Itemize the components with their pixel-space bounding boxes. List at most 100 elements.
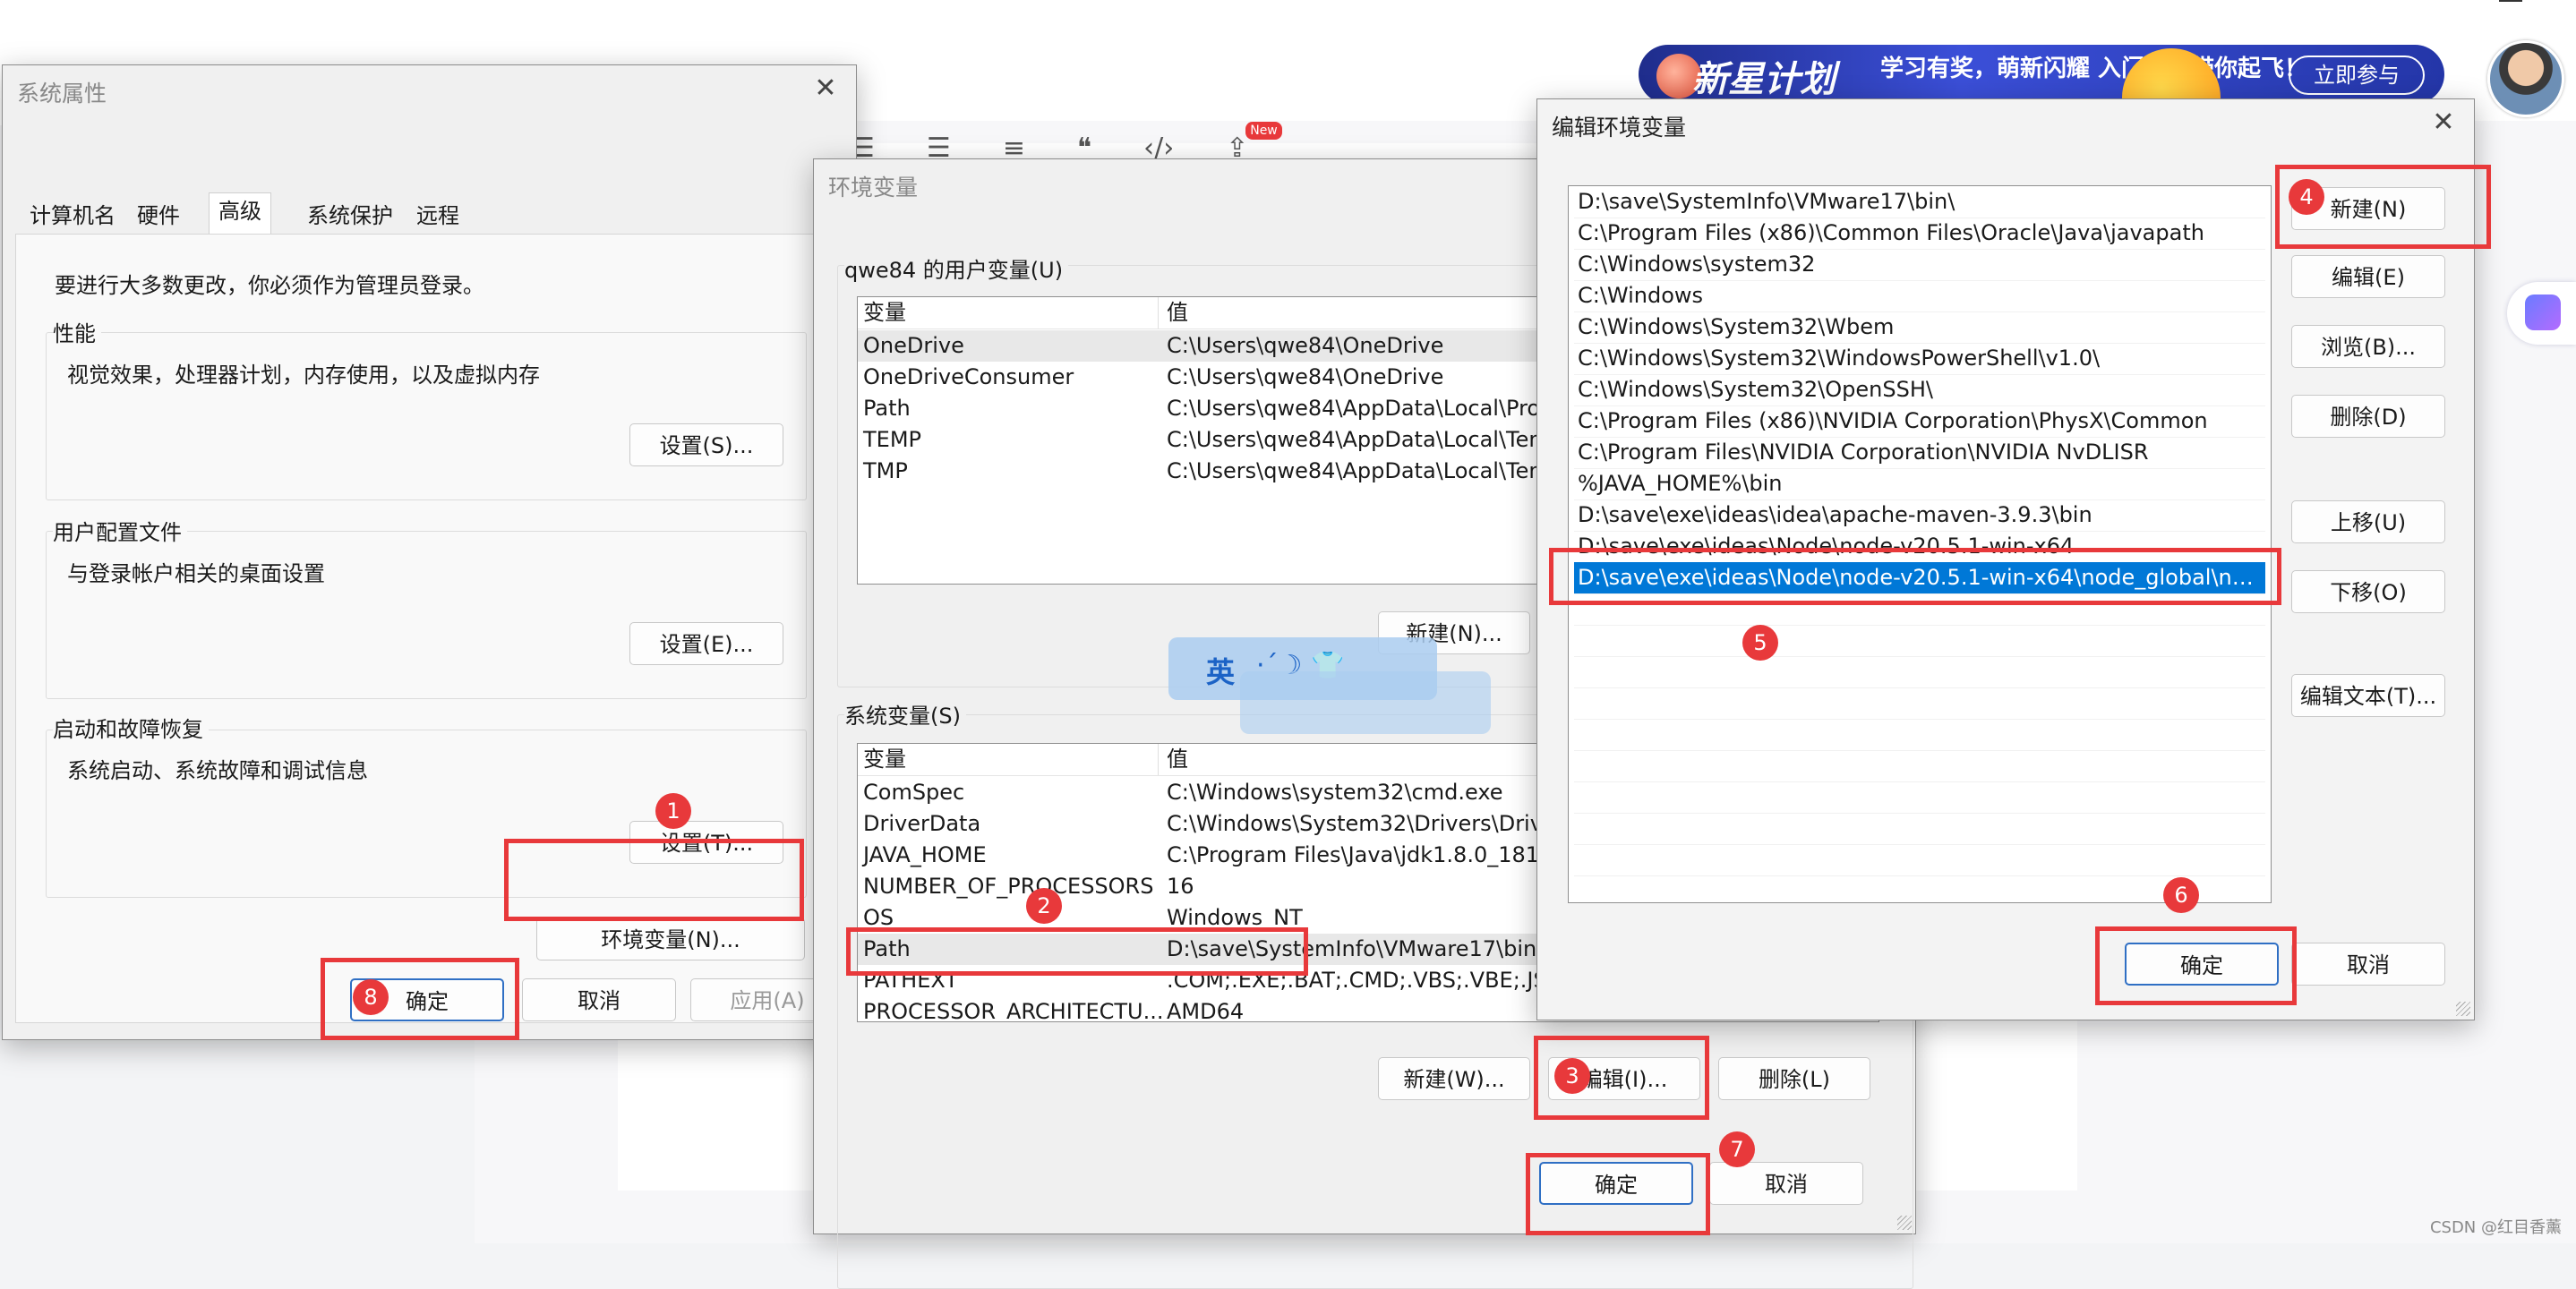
var-name: NUMBER_OF_PROCESSORS bbox=[863, 874, 1154, 899]
user-vars-label: qwe84 的用户变量(U) bbox=[844, 252, 1069, 284]
robot-icon bbox=[2525, 295, 2561, 330]
path-list[interactable]: D:\save\SystemInfo\VMware17\bin\ C:\Prog… bbox=[1568, 185, 2272, 903]
list-item[interactable]: C:\Windows bbox=[1574, 280, 2265, 312]
var-value: C:\Windows\system32\cmd.exe bbox=[1167, 780, 1503, 805]
empty-row[interactable] bbox=[1574, 750, 2265, 782]
var-value: C:\Users\qwe84\OneDrive bbox=[1167, 333, 1444, 358]
list-item[interactable]: C:\Windows\System32\WindowsPowerShell\v1… bbox=[1574, 343, 2265, 375]
list-item[interactable]: C:\Windows\System32\OpenSSH\ bbox=[1574, 374, 2265, 406]
startup-desc: 系统启动、系统故障和调试信息 bbox=[67, 758, 368, 783]
var-name: OneDriveConsumer bbox=[863, 364, 1074, 389]
var-value: C:\Users\qwe84\AppData\Local\Tem bbox=[1167, 427, 1550, 452]
minimize-icon[interactable] bbox=[2499, 0, 2522, 2]
banner-slogan: 学习有奖，萌新闪耀 入门导师带你起飞！ bbox=[1880, 55, 2308, 82]
empty-row[interactable] bbox=[1574, 625, 2265, 657]
admin-note: 要进行大多数更改，你必须作为管理员登录。 bbox=[55, 273, 484, 298]
col-value[interactable]: 值 bbox=[1167, 297, 1188, 329]
col-value[interactable]: 值 bbox=[1167, 744, 1188, 775]
tab-advanced[interactable]: 高级 bbox=[209, 192, 271, 235]
window-title: 编辑环境变量 bbox=[1552, 115, 1687, 141]
var-name: TEMP bbox=[863, 427, 922, 452]
performance-desc: 视觉效果，处理器计划，内存使用，以及虚拟内存 bbox=[67, 363, 540, 388]
cancel-button[interactable]: 取消 bbox=[1709, 1162, 1863, 1205]
tab-hardware[interactable]: 硬件 bbox=[128, 198, 189, 234]
var-name: DriverData bbox=[863, 811, 981, 836]
system-new-button[interactable]: 新建(W)... bbox=[1378, 1057, 1530, 1100]
highlight-sysprop-ok bbox=[321, 958, 519, 1040]
list-item[interactable]: C:\Windows\system32 bbox=[1574, 249, 2265, 281]
ime-toolbar-shadow bbox=[1240, 671, 1491, 734]
var-value: 16 bbox=[1167, 874, 1194, 899]
empty-row[interactable] bbox=[1574, 781, 2265, 814]
resize-grip[interactable] bbox=[1897, 1216, 1912, 1230]
user-profile-settings-button[interactable]: 设置(E)... bbox=[629, 622, 783, 665]
highlight-env-ok bbox=[1526, 1153, 1710, 1235]
var-value: C:\Users\qwe84\AppData\Local\Tem bbox=[1167, 458, 1550, 483]
var-value: AMD64 bbox=[1167, 999, 1245, 1022]
promo-banner[interactable]: 新星计划 学习有奖，萌新闪耀 入门导师带你起飞！ 立即参与 bbox=[1639, 45, 2444, 104]
performance-label: 性能 bbox=[53, 316, 101, 347]
move-down-button[interactable]: 下移(O) bbox=[2291, 570, 2445, 613]
list-item[interactable]: D:\save\exe\ideas\idea\apache-maven-3.9.… bbox=[1574, 499, 2265, 532]
startup-label: 启动和故障恢复 bbox=[53, 712, 209, 743]
resize-grip[interactable] bbox=[2456, 1002, 2470, 1016]
assistant-robot[interactable] bbox=[2507, 282, 2576, 345]
list-item[interactable]: C:\Program Files (x86)\Common Files\Orac… bbox=[1574, 218, 2265, 250]
avatar[interactable] bbox=[2487, 40, 2564, 117]
system-vars-label: 系统变量(S) bbox=[844, 698, 966, 730]
empty-row[interactable] bbox=[1574, 719, 2265, 751]
edit-text-button[interactable]: 编辑文本(T)... bbox=[2291, 674, 2445, 717]
close-icon[interactable]: ✕ bbox=[808, 71, 843, 107]
var-name: Path bbox=[863, 396, 911, 421]
window-title: 环境变量 bbox=[828, 175, 919, 201]
tab-remote[interactable]: 远程 bbox=[407, 198, 468, 234]
list-item[interactable]: %JAVA_HOME%\bin bbox=[1574, 468, 2265, 500]
cancel-button[interactable]: 取消 bbox=[522, 978, 676, 1021]
empty-row[interactable] bbox=[1574, 844, 2265, 876]
highlight-env-button bbox=[504, 839, 804, 921]
var-value: C:\Program Files\Java\jdk1.8.0_181 bbox=[1167, 842, 1540, 867]
environment-variables-button[interactable]: 环境变量(N)... bbox=[536, 918, 805, 960]
edit-button[interactable]: 编辑(E) bbox=[2291, 255, 2445, 298]
tab-computer-name[interactable]: 计算机名 bbox=[21, 198, 124, 234]
step-badge-8: 8 bbox=[353, 979, 389, 1015]
empty-row[interactable] bbox=[1574, 687, 2265, 720]
move-up-button[interactable]: 上移(U) bbox=[2291, 500, 2445, 543]
delete-button[interactable]: 删除(D) bbox=[2291, 395, 2445, 438]
col-variable[interactable]: 变量 bbox=[863, 297, 906, 329]
highlight-new-path bbox=[1549, 548, 2281, 605]
ime-mode-label[interactable]: 英 bbox=[1206, 650, 1235, 691]
var-name: TMP bbox=[863, 458, 908, 483]
step-badge-6: 6 bbox=[2163, 877, 2199, 913]
var-value: C:\Windows\System32\Drivers\Drive bbox=[1167, 811, 1556, 836]
performance-settings-button[interactable]: 设置(S)... bbox=[629, 423, 783, 466]
user-profile-desc: 与登录帐户相关的桌面设置 bbox=[67, 561, 325, 586]
list-item[interactable]: C:\Windows\System32\Wbem bbox=[1574, 312, 2265, 344]
highlight-edit-ok bbox=[2095, 926, 2297, 1005]
list-item[interactable]: C:\Program Files\NVIDIA Corporation\NVID… bbox=[1574, 437, 2265, 469]
var-value: C:\Users\qwe84\OneDrive bbox=[1167, 364, 1444, 389]
close-icon[interactable]: ✕ bbox=[2426, 105, 2461, 141]
step-badge-7: 7 bbox=[1719, 1131, 1755, 1167]
system-delete-button[interactable]: 删除(L) bbox=[1718, 1057, 1870, 1100]
step-badge-1: 1 bbox=[655, 793, 691, 829]
new-badge: New bbox=[1245, 121, 1282, 140]
cancel-button[interactable]: 取消 bbox=[2291, 943, 2445, 986]
join-button[interactable]: 立即参与 bbox=[2289, 55, 2425, 95]
empty-row[interactable] bbox=[1574, 813, 2265, 845]
var-name: OneDrive bbox=[863, 333, 964, 358]
watermark: CSDN @红目香薰 bbox=[2429, 1218, 2562, 1237]
browse-button[interactable]: 浏览(B)... bbox=[2291, 325, 2445, 368]
tab-system-protection[interactable]: 系统保护 bbox=[298, 198, 402, 234]
step-badge-3: 3 bbox=[1554, 1058, 1590, 1094]
var-name: JAVA_HOME bbox=[863, 842, 987, 867]
col-variable[interactable]: 变量 bbox=[863, 744, 906, 775]
highlight-path-row bbox=[846, 927, 1308, 976]
empty-row[interactable] bbox=[1574, 656, 2265, 688]
window-title: 系统属性 bbox=[17, 81, 107, 107]
user-profile-label: 用户配置文件 bbox=[53, 515, 187, 546]
list-item[interactable]: D:\save\SystemInfo\VMware17\bin\ bbox=[1574, 186, 2265, 218]
list-item[interactable]: C:\Program Files (x86)\NVIDIA Corporatio… bbox=[1574, 405, 2265, 438]
step-badge-2: 2 bbox=[1026, 888, 1062, 924]
step-badge-4: 4 bbox=[2289, 179, 2324, 215]
